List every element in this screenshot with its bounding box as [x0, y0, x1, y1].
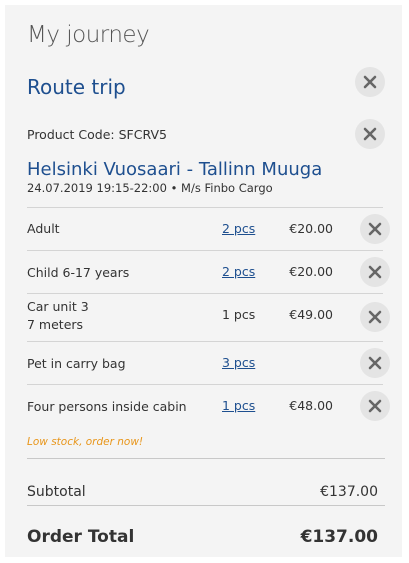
close-icon — [368, 222, 382, 236]
item-quantity-link[interactable]: 2 pcs — [222, 264, 255, 279]
close-icon — [363, 75, 377, 89]
item-label: Four persons inside cabin — [27, 399, 187, 414]
remove-item-button[interactable] — [360, 257, 390, 287]
item-label: Pet in carry bag — [27, 356, 126, 371]
item-quantity-link[interactable]: 1 pcs — [222, 398, 255, 413]
close-icon — [363, 127, 377, 141]
order-total-label: Order Total — [27, 527, 135, 547]
page-title: My journey — [27, 22, 150, 48]
low-stock-notice: Low stock, order now! — [27, 436, 144, 448]
remove-product-button[interactable] — [355, 119, 385, 149]
close-icon — [368, 399, 382, 413]
trip-name: Helsinki Vuosaari - Tallinn Muuga — [27, 159, 323, 180]
list-item: Child 6-17 years 2 pcs €20.00 — [27, 250, 390, 294]
product-code: Product Code: SFCRV5 — [27, 127, 167, 142]
item-price: €49.00 — [289, 307, 333, 322]
item-price: €48.00 — [289, 398, 333, 413]
remove-item-button[interactable] — [360, 391, 390, 421]
list-item: Adult 2 pcs €20.00 — [27, 207, 390, 251]
remove-item-button[interactable] — [360, 348, 390, 378]
close-icon — [368, 356, 382, 370]
item-price: €20.00 — [289, 264, 333, 279]
item-label: Child 6-17 years — [27, 265, 130, 280]
item-quantity: 1 pcs — [222, 307, 256, 322]
item-quantity-link[interactable]: 3 pcs — [222, 355, 255, 370]
list-item: Car unit 3 7 meters 1 pcs €49.00 — [27, 293, 390, 342]
journey-panel: My journey Route trip Product Code: SFCR… — [5, 5, 402, 557]
remove-route-button[interactable] — [355, 67, 385, 97]
list-item: Four persons inside cabin 1 pcs €48.00 — [27, 384, 390, 428]
divider — [27, 458, 385, 459]
item-sublabel: 7 meters — [27, 317, 84, 332]
route-title: Route trip — [27, 75, 126, 99]
order-total-value: €137.00 — [300, 527, 378, 547]
close-icon — [368, 265, 382, 279]
remove-item-button[interactable] — [360, 302, 390, 332]
remove-item-button[interactable] — [360, 214, 390, 244]
item-price: €20.00 — [289, 221, 333, 236]
subtotal-value: €137.00 — [320, 484, 378, 500]
trip-meta: 24.07.2019 19:15-22:00 • M/s Finbo Cargo — [27, 181, 273, 195]
subtotal-label: Subtotal — [27, 484, 86, 500]
divider — [27, 505, 385, 506]
close-icon — [368, 310, 382, 324]
item-label: Car unit 3 — [27, 299, 89, 314]
list-item: Pet in carry bag 3 pcs — [27, 341, 390, 385]
item-label: Adult — [27, 221, 60, 236]
item-quantity-link[interactable]: 2 pcs — [222, 221, 255, 236]
